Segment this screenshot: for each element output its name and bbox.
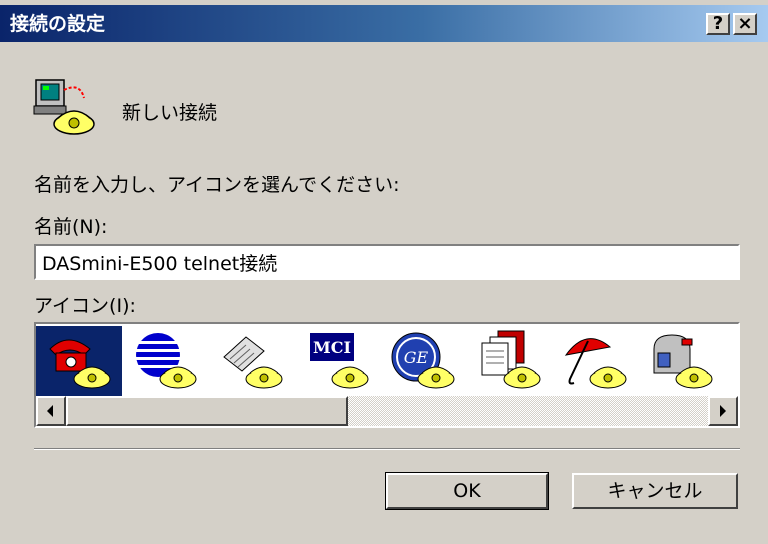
title-bar[interactable]: 接続の設定 ? ×: [0, 5, 768, 42]
mci-logo-icon[interactable]: MCI: [294, 326, 380, 396]
instruction-text: 名前を入力し、アイコンを選んでください:: [34, 174, 400, 196]
window-title: 接続の設定: [10, 13, 106, 35]
icon-list[interactable]: MCI GE: [34, 322, 740, 428]
mailbox-icon[interactable]: [638, 326, 724, 396]
name-label: 名前(N):: [34, 216, 108, 238]
separator: [34, 448, 740, 450]
scroll-thumb[interactable]: [66, 396, 348, 426]
help-button[interactable]: ?: [706, 13, 730, 35]
fax-machine-icon[interactable]: [208, 326, 294, 396]
connection-name-display: 新しい接続: [122, 102, 218, 124]
arrow-left-icon: [47, 405, 53, 417]
red-umbrella-icon[interactable]: [552, 326, 638, 396]
ok-button[interactable]: OK: [385, 472, 549, 510]
arrow-right-icon: [720, 405, 726, 417]
icon-label: アイコン(I):: [34, 295, 136, 317]
svg-text:MCI: MCI: [313, 338, 351, 357]
scroll-right-button[interactable]: [708, 396, 738, 426]
red-telephone-icon[interactable]: [36, 326, 122, 396]
documents-icon[interactable]: [466, 326, 552, 396]
svg-text:GE: GE: [404, 348, 429, 367]
name-input[interactable]: [34, 244, 740, 280]
icon-scrollbar[interactable]: [36, 396, 738, 426]
connection-settings-dialog: 接続の設定 ? × 新しい接続 名前を入力し、アイコンを選んでください: 名前(…: [0, 0, 768, 544]
ge-logo-icon[interactable]: GE: [380, 326, 466, 396]
blue-globe-stripes-icon[interactable]: [122, 326, 208, 396]
scroll-track[interactable]: [348, 396, 708, 426]
close-button[interactable]: ×: [733, 13, 757, 35]
scroll-left-button[interactable]: [36, 396, 66, 426]
cancel-button[interactable]: キャンセル: [572, 473, 738, 509]
new-connection-icon: [33, 79, 95, 135]
